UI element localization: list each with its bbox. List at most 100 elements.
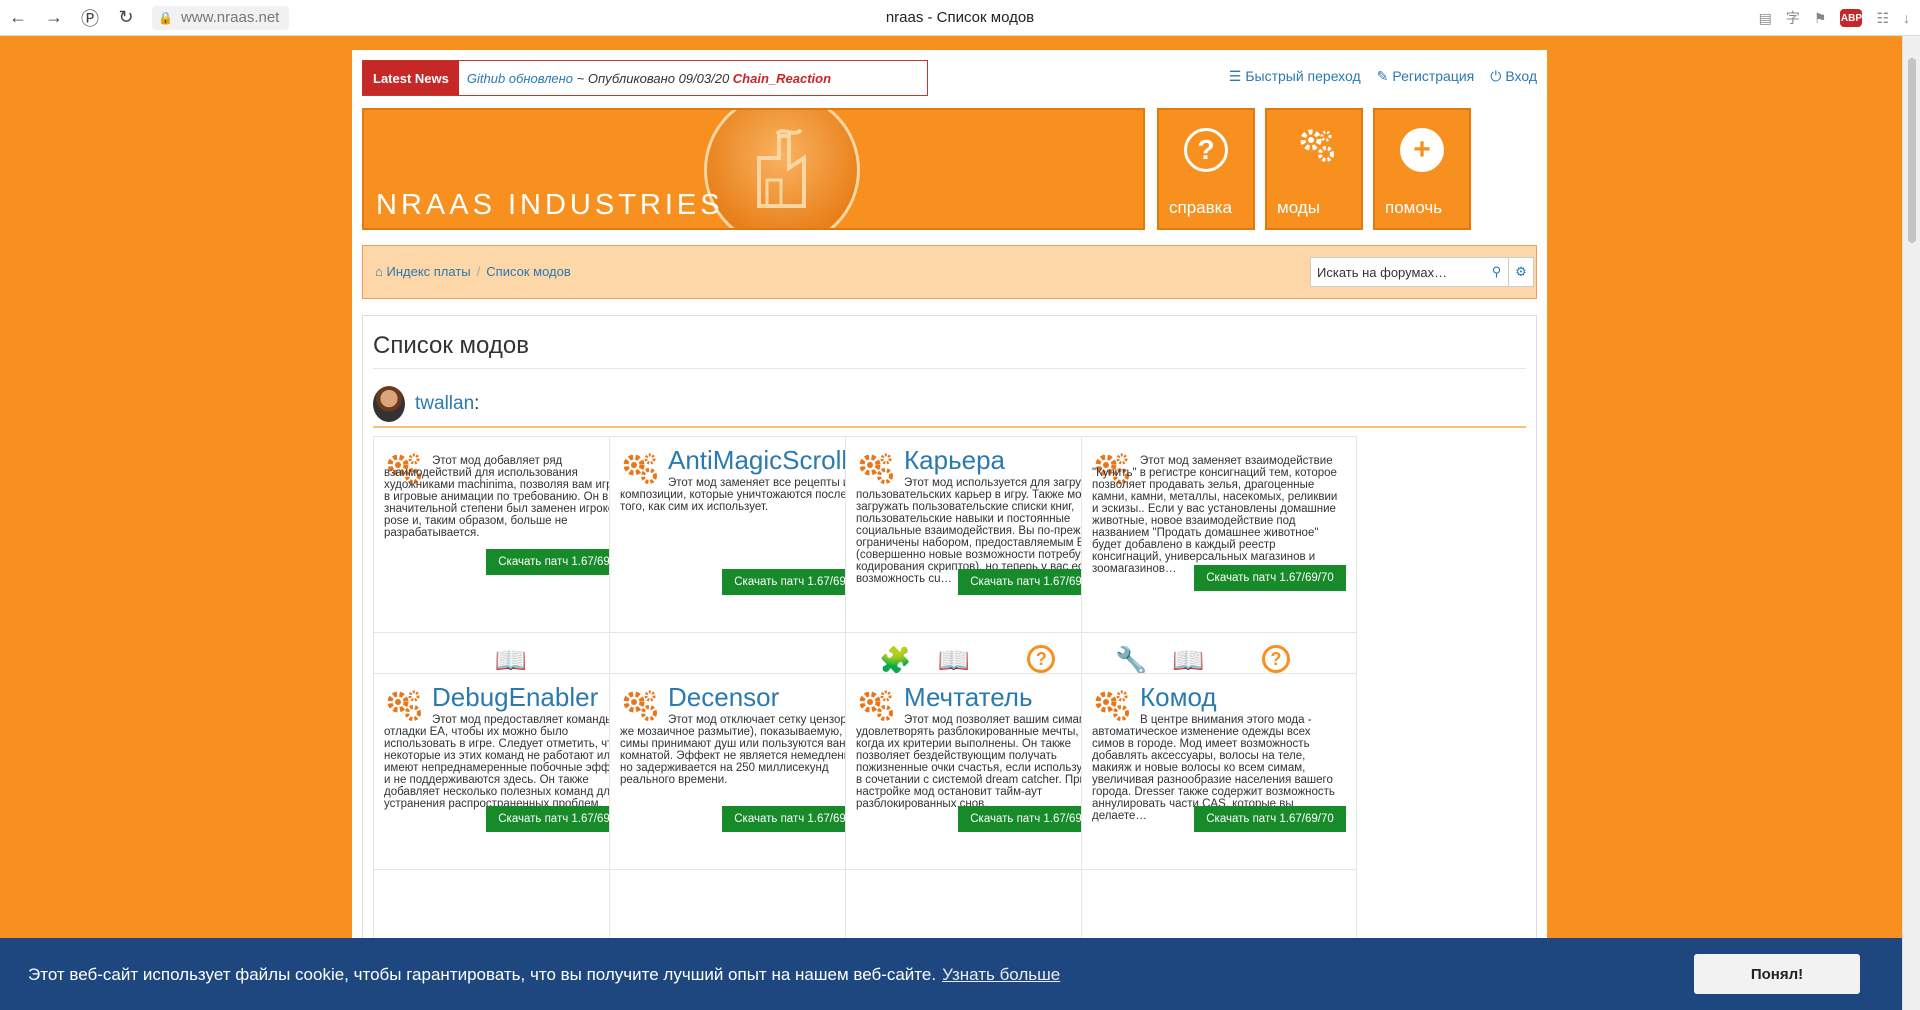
mod-card: DebugEnabler Этот мод предоставляет коман…: [373, 673, 649, 956]
site-banner[interactable]: NRAAS INDUSTRIES: [362, 108, 1145, 230]
mod-description: Этот мод заменяет все рецепты и композиц…: [620, 477, 850, 513]
power-icon: ⏻: [1490, 68, 1502, 84]
news-author[interactable]: Chain_Reaction: [733, 71, 831, 86]
book-icon: 📖: [1172, 644, 1205, 675]
mod-description: Этот мод позволяет вашим симам удовлетво…: [856, 714, 1106, 810]
card-divider: [846, 632, 1120, 633]
breadcrumb-current[interactable]: Список модов: [486, 264, 570, 279]
mod-title[interactable]: DebugEnabler: [432, 682, 598, 713]
page-title: Список модов: [373, 332, 529, 359]
learn-more-link[interactable]: Узнать больше: [942, 965, 1060, 984]
author-divider: [373, 426, 1526, 428]
scrollbar-thumb[interactable]: [1908, 58, 1916, 243]
cookie-accept-button[interactable]: Понял!: [1694, 954, 1860, 994]
quick-jump-label: Быстрый переход: [1245, 68, 1361, 84]
register-link[interactable]: ✎ Регистрация: [1377, 68, 1475, 85]
quick-jump-link[interactable]: ☰ Быстрый переход: [1229, 68, 1361, 85]
author-colon: :: [474, 393, 480, 414]
download-patch-button[interactable]: Скачать патч 1.67/69/70: [1194, 565, 1346, 591]
breadcrumb-home[interactable]: Индекс платы: [386, 264, 470, 279]
main-content: Список модов twallan: Этот мод добавляет…: [362, 315, 1537, 1010]
navbar: ⌂ Индекс платы / Список модов Искать на фо…: [362, 245, 1537, 299]
book-icon: 📖: [937, 644, 971, 675]
help-tile[interactable]: ? справка: [1157, 108, 1255, 230]
bookmark-icon[interactable]: ⚑: [1814, 10, 1827, 27]
puzzle-icon: 🧩: [879, 644, 912, 675]
author-header: twallan:: [373, 386, 479, 422]
forward-icon[interactable]: →: [36, 0, 72, 36]
gears-icon: [1300, 129, 1334, 162]
download-patch-button[interactable]: Скачать патч 1.67/69/70: [1194, 806, 1346, 832]
lock-icon: 🔒: [158, 10, 173, 25]
download-icon[interactable]: ↓: [1903, 10, 1910, 26]
latest-news-ticker: Latest News Github обновлено ~ Опубликов…: [362, 60, 928, 96]
mod-description: Этот мод предоставляет команды отладки E…: [384, 714, 636, 810]
mod-title[interactable]: AntiMagicScroll: [668, 445, 847, 476]
card-divider: [374, 632, 648, 633]
page-scrollbar[interactable]: [1902, 36, 1920, 1010]
card-divider: [1082, 869, 1356, 870]
home-icon: ⌂: [375, 264, 383, 279]
news-tag: Latest News: [363, 61, 459, 95]
mod-description: Этот мод заменяет взаимодействие "Купить…: [1092, 455, 1338, 575]
news-link[interactable]: Github обновлено: [467, 71, 573, 86]
cookie-banner: Этот веб-сайт использует файлы cookie, ч…: [0, 938, 1902, 1010]
question-icon: ?: [1262, 645, 1290, 673]
news-meta: ~ Опубликовано 09/03/20: [573, 70, 733, 86]
avatar[interactable]: [373, 386, 405, 422]
site-container: Latest News Github обновлено ~ Опубликов…: [352, 50, 1547, 1010]
browser-toolbar: ← → Ⓟ ↻ 🔒 www.nraas.net nraas - Список м…: [0, 0, 1920, 36]
mod-title[interactable]: Комод: [1140, 682, 1217, 713]
title-divider: [373, 368, 1526, 369]
card-divider: [610, 869, 884, 870]
card-divider: [1082, 632, 1356, 633]
card-divider: [846, 869, 1120, 870]
mods-tile[interactable]: моды: [1265, 108, 1363, 230]
site-name: NRAAS INDUSTRIES: [376, 189, 724, 221]
factory-icon: [757, 128, 806, 208]
card-divider: [610, 632, 884, 633]
register-label: Регистрация: [1392, 68, 1475, 84]
mods-tile-label: моды: [1277, 198, 1320, 217]
extension-icon[interactable]: ABP: [1840, 9, 1863, 27]
assist-tile[interactable]: + помочь: [1373, 108, 1471, 230]
address-bar[interactable]: 🔒 www.nraas.net: [152, 5, 290, 30]
cookie-message: Этот веб-сайт использует файлы cookie, ч…: [28, 965, 937, 984]
gear-icon: ⚙: [1515, 264, 1527, 279]
translate-icon[interactable]: 字: [1786, 8, 1800, 28]
mod-card: Мечтатель Этот мод позволяет вашим симам …: [845, 673, 1121, 956]
advanced-search-button[interactable]: ⚙: [1508, 257, 1534, 287]
address-text: www.nraas.net: [180, 9, 280, 26]
yandex-icon[interactable]: Ⓟ: [72, 0, 108, 36]
login-link[interactable]: ⏻ Вход: [1490, 68, 1537, 85]
assist-tile-label: помочь: [1385, 198, 1443, 217]
breadcrumb: ⌂ Индекс платы / Список модов: [375, 264, 571, 279]
top-bar: Latest News Github обновлено ~ Опубликов…: [362, 60, 1537, 96]
back-icon[interactable]: ←: [0, 0, 36, 36]
mod-title[interactable]: Карьера: [904, 445, 1005, 476]
search-button[interactable]: ⚲: [1484, 257, 1510, 287]
mod-card: Decensor Этот мод отключает сетку цензора…: [609, 673, 885, 956]
mod-card: Комод В центре внимания этого мода - авто…: [1081, 673, 1357, 956]
plus-icon: +: [1400, 128, 1444, 172]
mod-title[interactable]: Decensor: [668, 682, 779, 713]
menu-icon: ☰: [1228, 68, 1242, 84]
card-divider: [374, 869, 648, 870]
forum-search-input[interactable]: Искать на форумах…: [1310, 257, 1510, 287]
news-text: Github обновлено ~ Опубликовано 09/03/20…: [459, 71, 831, 86]
cookie-message-wrap: Этот веб-сайт использует файлы cookie, ч…: [28, 965, 1060, 985]
top-links: ☰ Быстрый переход ✎ Регистрация ⏻ Вход: [1229, 68, 1537, 85]
mod-title[interactable]: Мечтатель: [904, 682, 1033, 713]
wrench-icon: 🔧: [1115, 644, 1148, 675]
mod-description: Этот мод отключает сетку цензора (он же …: [620, 714, 874, 786]
book-icon: 📖: [494, 644, 528, 675]
breadcrumb-separator: /: [476, 264, 481, 279]
search-icon: ⚲: [1491, 264, 1502, 279]
reader-icon[interactable]: ▤: [1759, 10, 1772, 27]
author-name[interactable]: twallan: [415, 393, 474, 414]
collections-icon[interactable]: ☷: [1876, 10, 1889, 27]
reload-icon[interactable]: ↻: [108, 0, 144, 36]
login-label: Вход: [1505, 68, 1537, 84]
mod-description: Этот мод добавляет ряд взаимодействий дл…: [384, 455, 630, 539]
question-icon: ?: [1184, 128, 1228, 172]
